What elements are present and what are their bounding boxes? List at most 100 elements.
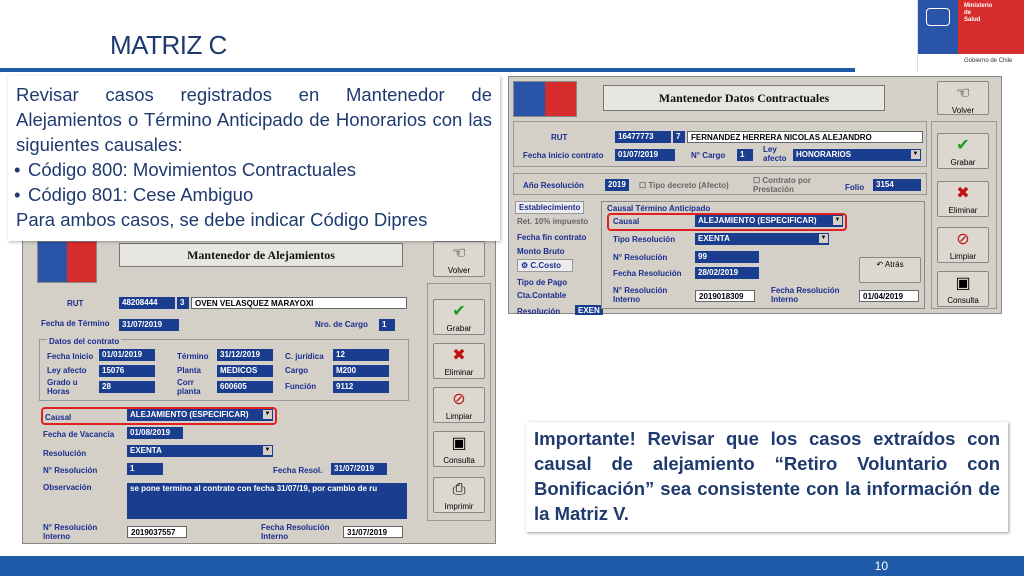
cta-label: Cta.Contable	[517, 291, 567, 300]
tipo-res-select[interactable]: EXENTA ▼	[695, 233, 829, 245]
atras-button[interactable]: ↶ Atrás	[859, 257, 921, 283]
nres-field[interactable]: 1	[127, 463, 163, 475]
contrato-checkbox[interactable]: ☐ Contrato por Prestación	[753, 176, 823, 194]
eliminar-button[interactable]: ✖ Eliminar	[433, 343, 485, 379]
rut-dv-field[interactable]: 3	[177, 297, 189, 309]
obs-label: Observación	[43, 483, 92, 492]
volver-label: Volver	[447, 266, 471, 275]
causal-label: Causal	[45, 413, 72, 422]
fres-int-field[interactable]: 01/04/2019	[859, 290, 919, 302]
contrato-label: Contrato por Prestación	[753, 176, 811, 194]
vacancia-field[interactable]: 01/08/2019	[127, 427, 183, 439]
datos-contrato-label: Datos del contrato	[47, 337, 122, 346]
cjuridica-field[interactable]: 12	[333, 349, 389, 361]
ley-label: Ley afecto	[763, 145, 787, 163]
nres-field[interactable]: 99	[695, 251, 759, 263]
corr-field[interactable]: 600605	[217, 381, 273, 393]
cargo-field[interactable]: M200	[333, 365, 389, 377]
grabar-button[interactable]: ✔ Grabar	[937, 133, 989, 169]
resolucion-select[interactable]: EXENTA ▼	[127, 445, 273, 457]
vacancia-label: Fecha de Vacancia	[43, 430, 115, 439]
nres-int-field[interactable]: 2019018309	[695, 290, 755, 302]
imprimir-button[interactable]: ⎙ Imprimir	[433, 477, 485, 513]
eliminar-button[interactable]: ✖ Eliminar	[937, 181, 989, 217]
slide-title: MATRIZ C	[110, 30, 227, 60]
important-note: Importante! Revisar que los casos extraí…	[526, 422, 1008, 532]
rut-field[interactable]: 48208444	[119, 297, 175, 309]
chevron-down-icon[interactable]: ▼	[263, 410, 272, 419]
volver-button[interactable]: ☜ Volver	[937, 81, 989, 115]
limpiar-button[interactable]: ⊘ Limpiar	[433, 387, 485, 423]
causal-select[interactable]: ALEJAMIENTO (ESPECIFICAR) ▼	[695, 215, 843, 227]
rut-label: RUT	[67, 299, 84, 308]
nres-label: N° Resolución	[613, 253, 668, 262]
computer-icon: ▣	[451, 435, 467, 452]
nro-cargo-field[interactable]: 1	[379, 319, 395, 331]
fecha-inicio-label: Fecha Inicio	[47, 352, 94, 361]
computer-icon: ▣	[955, 275, 971, 292]
app-logo-icon	[37, 241, 97, 283]
fres-field[interactable]: 31/07/2019	[331, 463, 387, 475]
tipo-pago-label: Tipo de Pago	[517, 278, 568, 287]
coat-of-arms-icon	[926, 8, 950, 26]
nres-int-label: N° Resolución Interno	[613, 286, 668, 304]
rut-label: RUT	[551, 133, 568, 142]
prohibit-icon: ⊘	[956, 231, 970, 248]
fres-field[interactable]: 28/02/2019	[695, 267, 759, 279]
consulta-button[interactable]: ▣ Consulta	[433, 431, 485, 467]
tipo-decreto-checkbox[interactable]: ☐ Tipo decreto (Afecto)	[639, 181, 729, 190]
ministerio-logo: Ministerio de Salud Gobierno de Chile	[917, 0, 1024, 72]
limpiar-label: Limpiar	[445, 412, 473, 421]
atras-label: Atrás	[884, 260, 904, 269]
chevron-down-icon[interactable]: ▼	[911, 150, 920, 159]
funcion-field[interactable]: 9112	[333, 381, 389, 393]
title-underline	[0, 68, 855, 72]
causal-value: ALEJAMIENTO (ESPECIFICAR)	[130, 410, 249, 419]
grabar-label: Grabar	[950, 158, 976, 167]
monto-label: Monto Bruto	[517, 247, 565, 256]
limpiar-label: Limpiar	[949, 252, 977, 261]
fres-label: Fecha Resolución	[613, 269, 682, 278]
ncargo-field[interactable]: 1	[737, 149, 753, 161]
ccosto-label: C.Costo	[530, 261, 562, 270]
rut-field[interactable]: 16477773	[615, 131, 671, 143]
x-icon: ✖	[452, 347, 466, 364]
fres-int-field[interactable]: 31/07/2019	[343, 526, 403, 538]
tipo-decreto-label: Tipo decreto (Afecto)	[648, 181, 729, 190]
app-logo-icon	[513, 81, 577, 117]
name-field: OVEN VELASQUEZ MARAYOXI	[191, 297, 407, 309]
volver-button[interactable]: ☜ Volver	[433, 241, 485, 277]
limpiar-button[interactable]: ⊘ Limpiar	[937, 227, 989, 263]
tab-establecimiento[interactable]: Establecimiento	[515, 201, 585, 214]
termino-field[interactable]: 31/12/2019	[217, 349, 273, 361]
chevron-down-icon[interactable]: ▼	[819, 234, 828, 243]
ley-field[interactable]: 15076	[99, 365, 155, 377]
fecha-inicio-field[interactable]: 01/07/2019	[615, 149, 675, 161]
consulta-button[interactable]: ▣ Consulta	[937, 271, 989, 307]
atras-icon: ↶	[876, 260, 885, 269]
fecha-inicio-field[interactable]: 01/01/2019	[99, 349, 155, 361]
planta-field[interactable]: MEDICOS	[217, 365, 273, 377]
logo-text-line2: de	[964, 10, 972, 16]
fecha-termino-field[interactable]: 31/07/2019	[119, 319, 179, 331]
folio-field[interactable]: 3154	[873, 179, 921, 191]
resol-field[interactable]: EXEN	[575, 305, 603, 315]
fres-int-label: Fecha Resolución Interno	[771, 286, 840, 304]
ley-select[interactable]: HONORARIOS ▼	[793, 149, 921, 161]
logo-text-line3: Salud	[964, 17, 981, 23]
chevron-down-icon[interactable]: ▼	[263, 446, 272, 455]
fres-label: Fecha Resol.	[273, 466, 323, 475]
nres-label: N° Resolución	[43, 466, 98, 475]
ccosto-button[interactable]: ⚙ C.Costo	[517, 259, 573, 272]
anio-field[interactable]: 2019	[605, 179, 629, 191]
nres-int-field[interactable]: 2019037557	[127, 526, 187, 538]
fecha-termino-label: Fecha de Término	[41, 319, 110, 328]
obs-field[interactable]: se pone termino al contrato con fecha 31…	[127, 483, 407, 519]
grado-field[interactable]: 28	[99, 381, 155, 393]
fecha-fin-label: Fecha fin contrato	[517, 233, 587, 242]
causal-select[interactable]: ALEJAMIENTO (ESPECIFICAR) ▼	[127, 409, 273, 421]
rut-dv-field[interactable]: 7	[673, 131, 685, 143]
chevron-down-icon[interactable]: ▼	[833, 216, 842, 225]
causal-label: Causal	[613, 217, 640, 226]
grabar-button[interactable]: ✔ Grabar	[433, 299, 485, 335]
